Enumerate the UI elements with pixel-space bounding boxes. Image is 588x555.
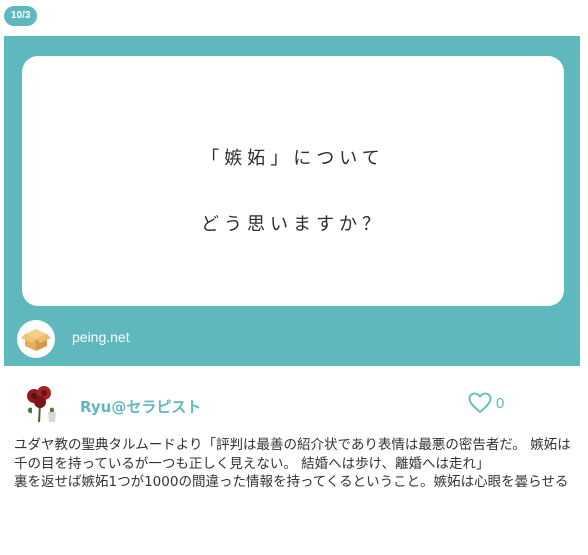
answer-text: ユダヤ教の聖典タルムードより「評判は最善の紹介状であり表情は最悪の密告者だ。 嫉…	[14, 436, 574, 492]
question-line-2: どう思いますか？	[201, 214, 385, 235]
like-count: 0	[496, 394, 505, 412]
source-site-label: peing.net	[72, 329, 130, 345]
like-button[interactable]: 0	[468, 392, 504, 414]
user-name[interactable]: Ryu@セラピスト	[80, 396, 201, 417]
answer-header: Ryu@セラピスト 0	[0, 380, 588, 430]
answer-paragraph: 裏を返せば嫉妬1つが1000の間違った情報を持ってくるということ。嫉妬は心眼を曇…	[14, 474, 569, 490]
question-line-1: 「嫉妬」について	[201, 148, 385, 169]
cardboard-box-icon	[17, 320, 55, 358]
question-card: 「嫉妬」について どう思いますか？ peing.net	[4, 36, 580, 366]
question-box: 「嫉妬」について どう思いますか？	[22, 56, 564, 306]
avatar[interactable]	[20, 382, 64, 426]
rose-icon	[20, 382, 64, 426]
date-badge: 10/3	[4, 6, 38, 26]
heart-outline-icon	[468, 392, 492, 413]
answer-paragraph: ユダヤ教の聖典タルムードより「評判は最善の紹介状であり表情は最悪の密告者だ。 嫉…	[14, 437, 571, 472]
